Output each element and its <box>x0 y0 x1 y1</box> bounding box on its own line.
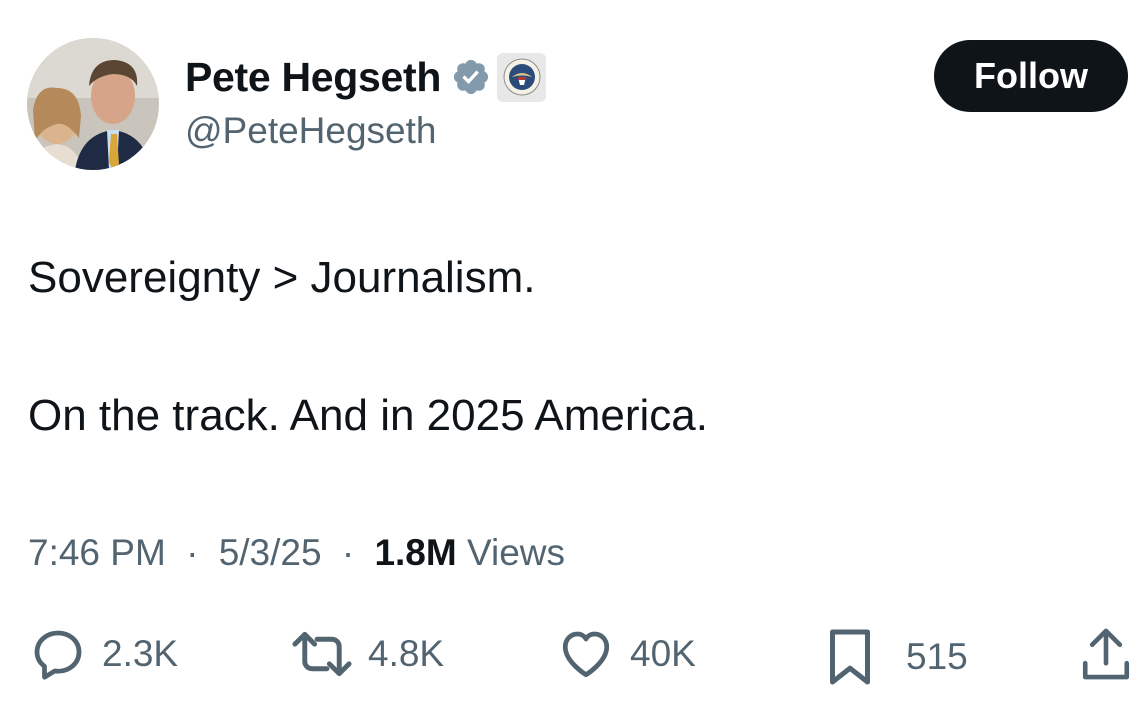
share-icon <box>1080 624 1132 684</box>
follow-button[interactable]: Follow <box>934 40 1128 112</box>
display-name[interactable]: Pete Hegseth <box>185 54 441 101</box>
like-count: 40K <box>630 633 696 674</box>
repost-icon <box>290 624 354 684</box>
department-of-defense-seal-icon[interactable] <box>497 52 547 102</box>
share-button[interactable] <box>1080 624 1132 684</box>
reply-count: 2.3K <box>102 633 179 674</box>
avatar[interactable] <box>27 38 159 170</box>
views-label: Views <box>467 532 566 573</box>
bookmark-icon <box>820 624 880 690</box>
heart-icon <box>556 624 616 684</box>
repost-button[interactable]: 4.8K <box>290 624 444 684</box>
repost-count: 4.8K <box>368 633 445 674</box>
meta-separator: · <box>341 532 355 573</box>
verified-badge-icon[interactable] <box>451 57 491 97</box>
reply-icon <box>28 624 88 684</box>
bookmark-count: 515 <box>906 636 968 677</box>
tweet-text-line: Sovereignty > Journalism. <box>28 253 536 302</box>
tweet-header: Pete Hegseth @PeteHegseth Follow <box>27 38 1128 170</box>
tweet-text-line: On the track. And in 2025 America. <box>28 391 708 440</box>
user-handle[interactable]: @PeteHegseth <box>185 110 546 152</box>
tweet-meta: 7:46 PM · 5/3/25 · 1.8M Views <box>28 532 565 574</box>
tweet-date[interactable]: 5/3/25 <box>219 532 322 573</box>
tweet-card: Pete Hegseth @PeteHegseth Follow Soverei… <box>0 0 1135 710</box>
like-button[interactable]: 40K <box>556 624 696 684</box>
tweet-text: Sovereignty > Journalism. On the track. … <box>28 250 708 526</box>
name-row: Pete Hegseth <box>185 50 547 104</box>
meta-separator: · <box>186 532 199 573</box>
user-info: Pete Hegseth @PeteHegseth <box>185 50 547 152</box>
tweet-time[interactable]: 7:46 PM <box>28 532 166 573</box>
reply-button[interactable]: 2.3K <box>28 624 178 684</box>
views-count: 1.8M <box>374 532 457 573</box>
tweet-actions: 2.3K 4.8K 40K 515 <box>0 620 1135 700</box>
bookmark-button[interactable]: 515 <box>820 624 968 690</box>
